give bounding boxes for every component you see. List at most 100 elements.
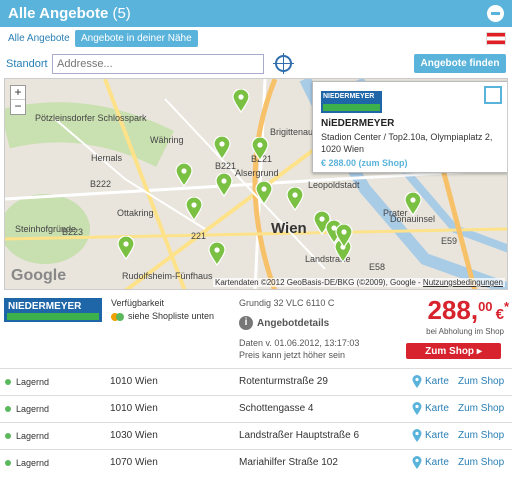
zoom-out-button[interactable]: − (11, 100, 25, 114)
info-icon[interactable]: i (239, 316, 253, 330)
map-pin-icon[interactable] (213, 136, 231, 160)
store-row: Lagernd 1030 Wien Landstraßer Hauptstraße … (0, 422, 512, 449)
stock-status: Lagernd (16, 431, 50, 441)
location-label: Standort (6, 58, 48, 70)
store-city: 1070 Wien (110, 457, 158, 468)
data-date: Daten v. 01.06.2012, 13:17:03 (239, 338, 360, 348)
find-offers-button[interactable]: Angebote finden (414, 54, 506, 73)
map-road-label: B222 (90, 179, 112, 189)
pickup-note: bei Abholung im Shop (426, 327, 504, 336)
map-info-popup: NIEDERMEYER NiEDERMEYER Stadion Center /… (312, 81, 507, 173)
in-stock-icon (5, 460, 11, 466)
map-place: Ottakring (117, 208, 154, 218)
filter-all-offers[interactable]: Alle Angebote (8, 33, 70, 44)
filter-bar: Alle Angebote Angebote in deiner Nähe (0, 30, 512, 50)
price-asterisk: * (503, 299, 509, 314)
popup-logo-text: NIEDERMEYER (323, 93, 375, 100)
map[interactable]: Pötzleinsdorfer Schlosspark Währing Hern… (4, 78, 508, 290)
map-road-label: E59 (441, 236, 458, 246)
map-pin-icon[interactable] (208, 242, 226, 266)
map-pin-icon[interactable] (117, 236, 135, 260)
store-list: Lagernd 1010 Wien Rotenturmstraße 29 Karte Z… (0, 368, 512, 476)
product-name: Grundig 32 VLC 6110 C (239, 298, 335, 308)
in-stock-icon (5, 406, 11, 412)
store-city: 1010 Wien (110, 403, 158, 414)
map-place: Rudolfsheim-Fünfhaus (122, 271, 213, 281)
price: 288,00 €* (389, 295, 509, 326)
terms-link[interactable]: Nutzungsbedingungen (423, 278, 503, 287)
map-place: Pötzleinsdorfer Schlosspark (35, 113, 147, 123)
map-link[interactable]: Karte (425, 376, 449, 387)
logo-bar (323, 104, 380, 111)
austria-flag-icon[interactable] (486, 32, 506, 45)
map-pin-icon[interactable] (215, 173, 233, 197)
map-marker-icon[interactable] (412, 402, 422, 416)
map-pin-icon[interactable] (404, 192, 422, 216)
in-stock-icon (5, 379, 11, 385)
map-place: Währing (150, 135, 184, 145)
to-shop-link[interactable]: Zum Shop (458, 376, 504, 387)
map-link[interactable]: Karte (425, 457, 449, 468)
store-street: Rotenturmstraße 29 (239, 376, 328, 387)
store-street: Mariahilfer Straße 102 (239, 457, 338, 468)
map-marker-icon[interactable] (412, 429, 422, 443)
map-marker-icon[interactable] (412, 456, 422, 470)
map-road-label: 221 (191, 231, 207, 241)
attribution-text: Kartendaten ©2012 GeoBasis-DE/BKG (©2009… (215, 278, 423, 287)
map-place: Brigittenau (270, 127, 314, 137)
map-attribution: Kartendaten ©2012 GeoBasis-DE/BKG (©2009… (213, 278, 505, 287)
map-link[interactable]: Karte (425, 430, 449, 441)
collapse-icon[interactable] (487, 5, 504, 22)
map-pin-icon[interactable] (175, 163, 193, 187)
store-logo-text: NIEDERMEYER (8, 301, 82, 312)
map-place: Alsergrund (235, 168, 279, 178)
map-pin-icon[interactable] (255, 181, 273, 205)
store-row: Lagernd 1070 Wien Mariahilfer Straße 102 Ka… (0, 449, 512, 476)
location-input[interactable] (52, 54, 264, 74)
popup-price-link[interactable]: € 288.00 (zum Shop) (321, 158, 408, 168)
map-pin-icon[interactable] (335, 224, 353, 248)
map-pin-icon[interactable] (286, 187, 304, 211)
zoom-control: + − (10, 85, 26, 115)
map-road-label: B223 (62, 227, 84, 237)
map-link[interactable]: Karte (425, 403, 449, 414)
to-shop-button[interactable]: Zum Shop ▸ (406, 343, 501, 359)
filter-nearby-offers[interactable]: Angebote in deiner Nähe (75, 30, 198, 47)
map-road-label: B221 (215, 161, 237, 171)
store-logo[interactable]: NIEDERMEYER (4, 298, 102, 322)
store-row: Lagernd 1010 Wien Schottengasse 4 Karte Zum … (0, 395, 512, 422)
to-shop-link[interactable]: Zum Shop (458, 457, 504, 468)
offer-details-link[interactable]: Angebotdetails (257, 318, 329, 329)
price-currency: € (495, 306, 504, 323)
to-shop-link[interactable]: Zum Shop (458, 403, 504, 414)
price-note: Preis kann jetzt höher sein (239, 350, 346, 360)
location-bar: Standort Angebote finden (0, 53, 512, 76)
store-city: 1010 Wien (110, 376, 158, 387)
map-pin-icon[interactable] (251, 137, 269, 161)
to-shop-link[interactable]: Zum Shop (458, 430, 504, 441)
page-title: Alle Angebote (5) (8, 5, 131, 22)
map-place: Wien (271, 220, 307, 237)
stock-status: Lagernd (16, 458, 50, 468)
store-street: Schottengasse 4 (239, 403, 314, 414)
popup-store-logo: NIEDERMEYER (321, 91, 382, 113)
offer-count: (5) (112, 5, 131, 22)
map-marker-icon[interactable] (412, 375, 422, 389)
map-place: Leopoldstadt (308, 180, 360, 190)
availability-dots-icon (111, 312, 125, 321)
stock-status: Lagernd (16, 404, 50, 414)
locate-me-icon[interactable] (273, 53, 294, 74)
offer-row: NIEDERMEYER Verfügbarkeit siehe Shoplist… (0, 294, 512, 366)
zoom-in-button[interactable]: + (11, 86, 25, 100)
map-road-label: E58 (369, 262, 386, 272)
store-row: Lagernd 1010 Wien Rotenturmstraße 29 Karte Z… (0, 368, 512, 395)
map-pin-icon[interactable] (185, 197, 203, 221)
price-decimal: 00 (478, 299, 493, 314)
expand-icon[interactable] (484, 86, 502, 104)
price-integer: 288, (427, 295, 479, 325)
logo-bar (7, 313, 99, 320)
map-pin-icon[interactable] (232, 89, 250, 113)
header-bar: Alle Angebote (5) (0, 0, 512, 27)
availability-label: Verfügbarkeit (111, 298, 165, 308)
stock-status: Lagernd (16, 377, 50, 387)
